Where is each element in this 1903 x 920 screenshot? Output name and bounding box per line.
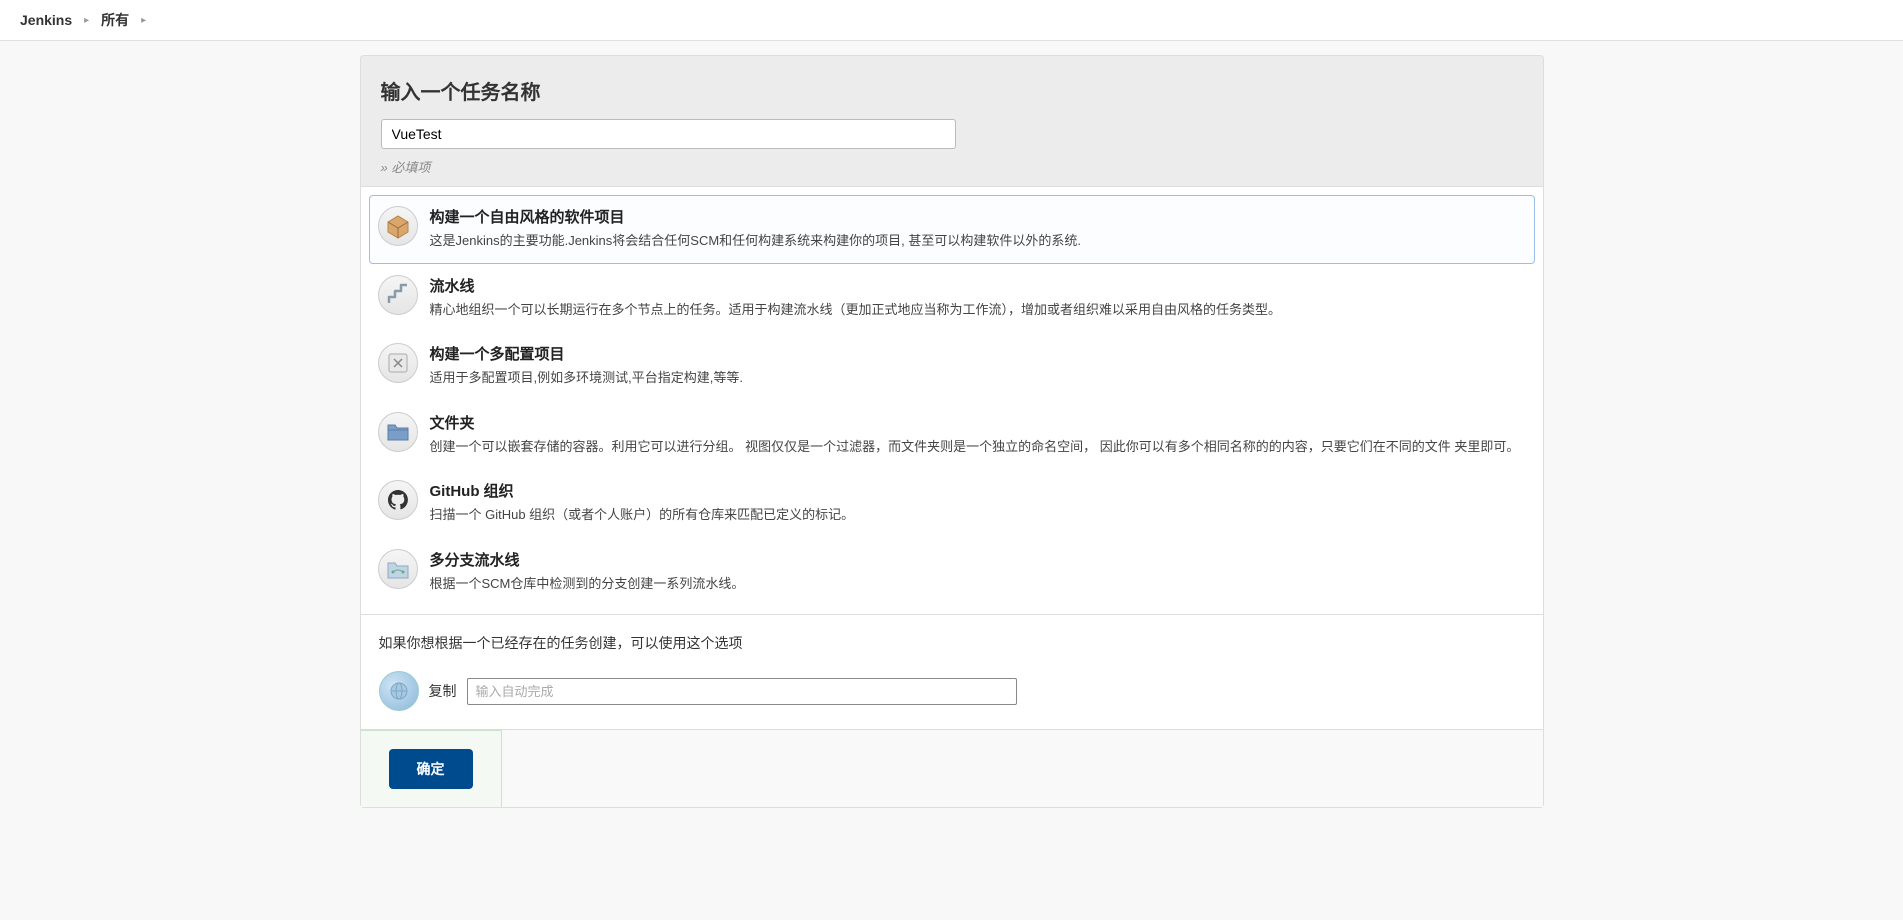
folder-icon [378,412,418,452]
multibranch-icon [378,549,418,589]
job-type-desc: 根据一个SCM仓库中检测到的分支创建一系列流水线。 [430,574,1526,594]
new-item-panel: 输入一个任务名称 » 必填项 构建一个自由风格的软件项目 这是Jenkins的主… [360,55,1544,808]
header-section: 输入一个任务名称 » 必填项 [361,56,1543,186]
job-type-pipeline[interactable]: 流水线 精心地组织一个可以长期运行在多个节点上的任务。适用于构建流水线（更加正式… [369,264,1535,333]
copy-from-input[interactable] [467,678,1017,705]
breadcrumb-link-all[interactable]: 所有 [101,10,129,30]
footer-section: 确定 [361,729,1543,807]
chevron-right-icon: ▸ [141,15,146,26]
multiconfig-icon [378,343,418,383]
job-type-title: 文件夹 [430,412,1526,433]
copy-globe-icon [379,671,419,711]
copy-section-title: 如果你想根据一个已经存在的任务创建，可以使用这个选项 [379,633,1525,653]
breadcrumb-link-jenkins[interactable]: Jenkins [20,12,72,28]
page-wrapper: 输入一个任务名称 » 必填项 构建一个自由风格的软件项目 这是Jenkins的主… [0,41,1903,920]
job-type-desc: 这是Jenkins的主要功能.Jenkins将会结合任何SCM和任何构建系统来构… [430,231,1526,251]
job-type-desc: 创建一个可以嵌套存储的容器。利用它可以进行分组。 视图仅仅是一个过滤器，而文件夹… [430,437,1526,457]
item-name-input[interactable] [381,119,956,149]
chevron-right-icon: ▸ [84,15,89,26]
job-type-title: 流水线 [430,275,1526,296]
required-hint: » 必填项 [381,157,1523,176]
job-type-freestyle[interactable]: 构建一个自由风格的软件项目 这是Jenkins的主要功能.Jenkins将会结合… [369,195,1535,264]
job-type-desc: 扫描一个 GitHub 组织（或者个人账户）的所有仓库来匹配已定义的标记。 [430,505,1526,525]
job-type-desc: 适用于多配置项目,例如多环境测试,平台指定构建,等等. [430,368,1526,388]
job-type-multibranch[interactable]: 多分支流水线 根据一个SCM仓库中检测到的分支创建一系列流水线。 [369,538,1535,607]
pipeline-icon [378,275,418,315]
job-type-list: 构建一个自由风格的软件项目 这是Jenkins的主要功能.Jenkins将会结合… [361,186,1543,615]
copy-from-section: 如果你想根据一个已经存在的任务创建，可以使用这个选项 复制 [361,615,1543,729]
job-type-title: 构建一个自由风格的软件项目 [430,206,1526,227]
job-type-title: 构建一个多配置项目 [430,343,1526,364]
job-type-title: 多分支流水线 [430,549,1526,570]
job-type-desc: 精心地组织一个可以长期运行在多个节点上的任务。适用于构建流水线（更加正式地应当称… [430,300,1526,320]
job-type-title: GitHub 组织 [430,480,1526,501]
job-type-folder[interactable]: 文件夹 创建一个可以嵌套存储的容器。利用它可以进行分组。 视图仅仅是一个过滤器，… [369,401,1535,470]
job-type-github-org[interactable]: GitHub 组织 扫描一个 GitHub 组织（或者个人账户）的所有仓库来匹配… [369,469,1535,538]
copy-label: 复制 [429,681,457,701]
github-icon [378,480,418,520]
job-type-multiconfig[interactable]: 构建一个多配置项目 适用于多配置项目,例如多环境测试,平台指定构建,等等. [369,332,1535,401]
page-title: 输入一个任务名称 [381,76,1523,105]
breadcrumb: Jenkins ▸ 所有 ▸ [0,0,1903,41]
package-icon [378,206,418,246]
ok-button[interactable]: 确定 [389,749,473,789]
